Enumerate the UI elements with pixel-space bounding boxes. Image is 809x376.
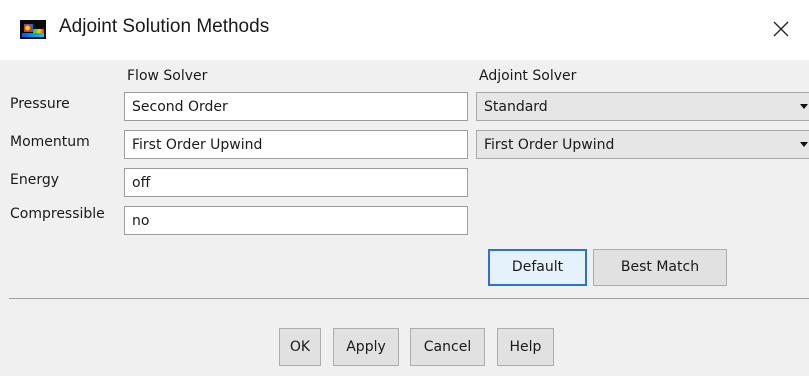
ok-button[interactable]: OK bbox=[279, 328, 321, 366]
chevron-down-icon bbox=[800, 104, 808, 109]
adjoint-solver-header: Adjoint Solver bbox=[479, 68, 577, 84]
pressure-adjoint-value: Standard bbox=[484, 99, 548, 115]
pressure-flow-field[interactable]: Second Order bbox=[124, 92, 468, 121]
compressible-label: Compressible bbox=[10, 206, 105, 222]
adjoint-solution-methods-dialog: Adjoint Solution Methods Flow Solver Adj… bbox=[0, 0, 809, 376]
chevron-down-icon bbox=[800, 142, 808, 147]
title-bar[interactable]: Adjoint Solution Methods bbox=[0, 0, 809, 60]
window-title: Adjoint Solution Methods bbox=[59, 16, 270, 37]
compressible-flow-field[interactable]: no bbox=[124, 206, 468, 235]
help-button[interactable]: Help bbox=[497, 328, 554, 366]
divider bbox=[9, 298, 809, 299]
pressure-adjoint-select[interactable]: Standard bbox=[476, 92, 809, 121]
energy-flow-field[interactable]: off bbox=[124, 168, 468, 197]
energy-label: Energy bbox=[10, 172, 60, 188]
pressure-label: Pressure bbox=[10, 96, 70, 112]
cancel-button[interactable]: Cancel bbox=[410, 328, 485, 366]
flow-solver-header: Flow Solver bbox=[127, 68, 208, 84]
momentum-flow-field[interactable]: First Order Upwind bbox=[124, 130, 468, 159]
momentum-label: Momentum bbox=[10, 134, 90, 150]
close-icon[interactable] bbox=[770, 18, 792, 40]
default-button[interactable]: Default bbox=[488, 249, 587, 286]
fluent-app-icon bbox=[20, 20, 46, 39]
momentum-adjoint-value: First Order Upwind bbox=[484, 137, 615, 153]
momentum-adjoint-select[interactable]: First Order Upwind bbox=[476, 130, 809, 159]
best-match-button[interactable]: Best Match bbox=[593, 249, 727, 286]
apply-button[interactable]: Apply bbox=[333, 328, 399, 366]
